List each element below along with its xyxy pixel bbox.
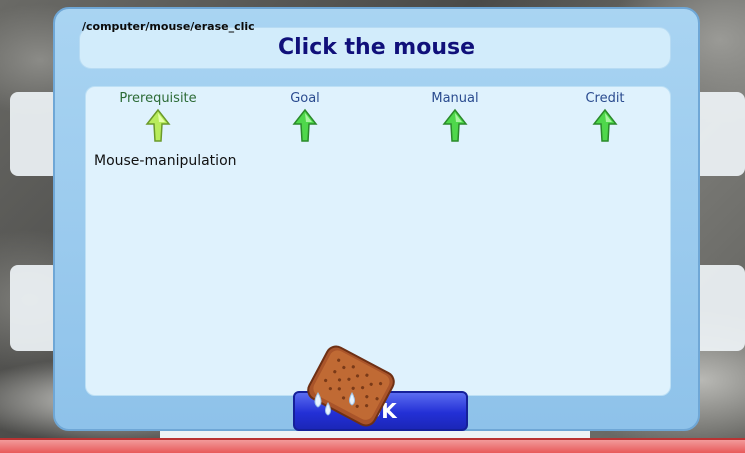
arrow-up-icon: [592, 108, 618, 142]
tab-goal-label: Goal: [290, 91, 320, 106]
arrow-up-icon: [292, 108, 318, 142]
tab-manual[interactable]: Manual: [400, 91, 510, 151]
tab-prerequisite[interactable]: Prerequisite: [103, 91, 213, 151]
tab-prerequisite-label: Prerequisite: [119, 91, 197, 106]
tab-goal[interactable]: Goal: [250, 91, 360, 151]
sponge-icon: [307, 345, 395, 427]
dialog-title: Click the mouse: [277, 35, 476, 60]
arrow-up-icon: [145, 108, 171, 142]
tab-credit[interactable]: Credit: [550, 91, 660, 151]
activity-path: /computer/mouse/erase_clic: [82, 20, 255, 33]
bottom-bar: [0, 438, 745, 453]
arrow-up-icon: [442, 108, 468, 142]
tab-manual-label: Manual: [431, 91, 479, 106]
tab-credit-label: Credit: [585, 91, 625, 106]
content-text: Mouse-manipulation: [94, 153, 237, 169]
